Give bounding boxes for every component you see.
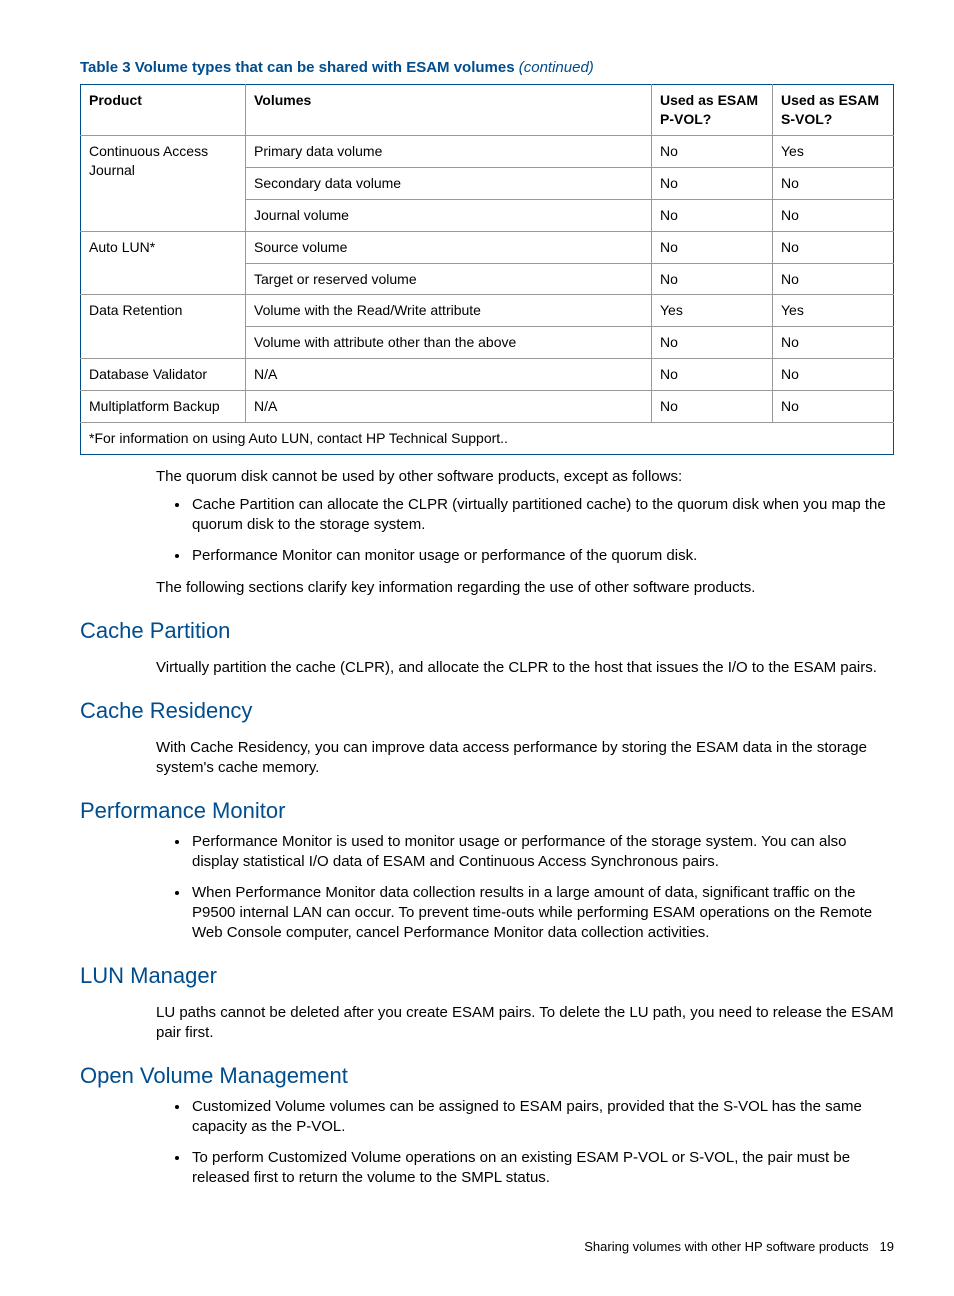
section-bullet-list: Customized Volume volumes can be assigne… bbox=[190, 1097, 894, 1188]
cell-product: Multiplatform Backup bbox=[81, 391, 246, 423]
cell-svol: No bbox=[773, 327, 894, 359]
table-caption: Table 3 Volume types that can be shared … bbox=[80, 58, 894, 78]
cell-volume: Journal volume bbox=[246, 199, 652, 231]
list-item: To perform Customized Volume operations … bbox=[190, 1148, 894, 1189]
cell-svol: No bbox=[773, 199, 894, 231]
cell-volume: N/A bbox=[246, 391, 652, 423]
cell-volume: N/A bbox=[246, 359, 652, 391]
cell-svol: No bbox=[773, 391, 894, 423]
section-bullet-list: Performance Monitor is used to monitor u… bbox=[190, 832, 894, 943]
list-item: Cache Partition can allocate the CLPR (v… bbox=[190, 495, 894, 536]
cell-product: Data Retention bbox=[81, 295, 246, 359]
cell-pvol: No bbox=[652, 327, 773, 359]
cell-volume: Source volume bbox=[246, 231, 652, 263]
list-item: When Performance Monitor data collection… bbox=[190, 883, 894, 944]
cell-pvol: No bbox=[652, 167, 773, 199]
table-footnote-row: *For information on using Auto LUN, cont… bbox=[81, 423, 894, 455]
cell-volume: Secondary data volume bbox=[246, 167, 652, 199]
cell-product: Continuous Access Journal bbox=[81, 136, 246, 232]
cell-svol: No bbox=[773, 263, 894, 295]
cell-pvol: No bbox=[652, 359, 773, 391]
cell-product: Database Validator bbox=[81, 359, 246, 391]
cell-svol: Yes bbox=[773, 136, 894, 168]
table-row: Data RetentionVolume with the Read/Write… bbox=[81, 295, 894, 327]
cell-pvol: No bbox=[652, 136, 773, 168]
section-heading: Cache Residency bbox=[80, 696, 894, 726]
table-caption-text: Table 3 Volume types that can be shared … bbox=[80, 59, 519, 76]
list-item: Performance Monitor is used to monitor u… bbox=[190, 832, 894, 873]
cell-footnote: *For information on using Auto LUN, cont… bbox=[81, 423, 894, 455]
cell-svol: No bbox=[773, 359, 894, 391]
section-heading: Open Volume Management bbox=[80, 1061, 894, 1091]
cell-volume: Target or reserved volume bbox=[246, 263, 652, 295]
section-heading: Performance Monitor bbox=[80, 796, 894, 826]
list-item: Performance Monitor can monitor usage or… bbox=[190, 546, 894, 566]
table-caption-continued: (continued) bbox=[519, 59, 594, 76]
footer-page: 19 bbox=[880, 1239, 894, 1254]
cell-volume: Primary data volume bbox=[246, 136, 652, 168]
table-row: Multiplatform BackupN/ANoNo bbox=[81, 391, 894, 423]
cell-pvol: No bbox=[652, 263, 773, 295]
volume-types-table: Product Volumes Used as ESAM P-VOL? Used… bbox=[80, 84, 894, 455]
section-paragraph: With Cache Residency, you can improve da… bbox=[156, 738, 894, 779]
table-row: Auto LUN*Source volumeNoNo bbox=[81, 231, 894, 263]
th-volumes: Volumes bbox=[246, 85, 652, 136]
th-product: Product bbox=[81, 85, 246, 136]
cell-svol: No bbox=[773, 231, 894, 263]
th-svol: Used as ESAM S-VOL? bbox=[773, 85, 894, 136]
footer-text: Sharing volumes with other HP software p… bbox=[584, 1239, 868, 1254]
cell-pvol: No bbox=[652, 391, 773, 423]
cell-volume: Volume with attribute other than the abo… bbox=[246, 327, 652, 359]
list-item: Customized Volume volumes can be assigne… bbox=[190, 1097, 894, 1138]
table-row: Database ValidatorN/ANoNo bbox=[81, 359, 894, 391]
section-heading: Cache Partition bbox=[80, 616, 894, 646]
section-paragraph: LU paths cannot be deleted after you cre… bbox=[156, 1003, 894, 1044]
th-pvol: Used as ESAM P-VOL? bbox=[652, 85, 773, 136]
intro-bullet-list: Cache Partition can allocate the CLPR (v… bbox=[190, 495, 894, 566]
cell-pvol: Yes bbox=[652, 295, 773, 327]
page-footer: Sharing volumes with other HP software p… bbox=[80, 1238, 894, 1256]
cell-product: Auto LUN* bbox=[81, 231, 246, 295]
cell-pvol: No bbox=[652, 231, 773, 263]
cell-volume: Volume with the Read/Write attribute bbox=[246, 295, 652, 327]
section-paragraph: Virtually partition the cache (CLPR), an… bbox=[156, 658, 894, 678]
table-row: Continuous Access JournalPrimary data vo… bbox=[81, 136, 894, 168]
cell-svol: No bbox=[773, 167, 894, 199]
cell-svol: Yes bbox=[773, 295, 894, 327]
cell-pvol: No bbox=[652, 199, 773, 231]
section-heading: LUN Manager bbox=[80, 961, 894, 991]
intro-closing: The following sections clarify key infor… bbox=[156, 578, 894, 598]
intro-paragraph: The quorum disk cannot be used by other … bbox=[156, 467, 894, 487]
